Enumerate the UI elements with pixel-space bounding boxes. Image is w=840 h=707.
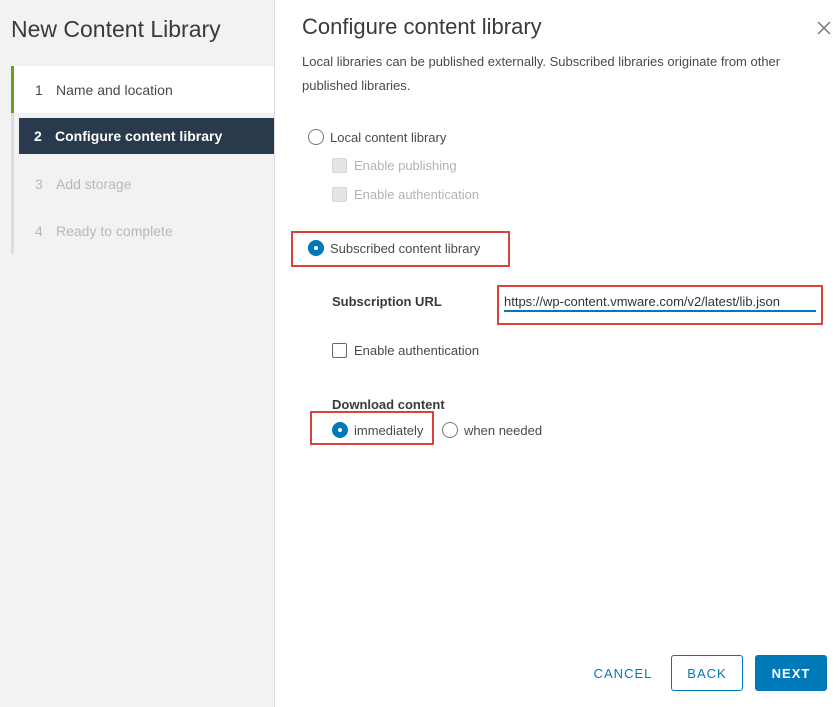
download-content-label: Download content [332, 397, 445, 412]
step-label: Configure content library [55, 128, 223, 144]
subscription-url-label: Subscription URL [332, 294, 442, 309]
highlight-subscribed [291, 231, 510, 267]
highlight-url [497, 285, 823, 325]
checkbox-label: Enable authentication [354, 187, 480, 202]
checkbox-label: Enable authentication [354, 343, 480, 358]
page-title: Configure content library [302, 14, 542, 39]
wizard-title: New Content Library [11, 16, 221, 42]
step-number: 1 [35, 81, 43, 98]
radio-label: Local content library [330, 129, 447, 145]
close-icon[interactable] [816, 20, 832, 36]
subscribed-enable-authentication-checkbox[interactable]: Enable authentication [332, 343, 479, 358]
cancel-button[interactable]: CANCEL [590, 655, 656, 691]
step-configure-content-library[interactable]: 2 Configure content library [19, 118, 274, 154]
checkbox-icon [332, 187, 347, 202]
local-library-radio[interactable]: Local content library [308, 129, 446, 145]
step-number: 2 [34, 128, 42, 144]
step-number: 3 [35, 175, 43, 192]
step-name-and-location[interactable]: 1 Name and location [11, 66, 274, 113]
download-when-needed-radio[interactable]: when needed [442, 422, 542, 438]
radio-unchecked-icon [308, 129, 324, 145]
enable-publishing-checkbox: Enable publishing [332, 158, 457, 173]
step-add-storage: 3 Add storage [11, 160, 274, 207]
page-description: Local libraries can be published externa… [302, 54, 781, 93]
checkbox-icon [332, 343, 347, 358]
highlight-immediately [310, 411, 434, 445]
step-label: Add storage [56, 175, 132, 192]
checkbox-label: Enable publishing [354, 158, 457, 173]
back-button[interactable]: BACK [671, 655, 743, 691]
step-label: Ready to complete [56, 222, 173, 239]
wizard-sidebar: New Content Library 1 Name and location … [0, 0, 275, 707]
step-label: Name and location [56, 81, 173, 98]
checkbox-icon [332, 158, 347, 173]
radio-label: when needed [464, 422, 543, 438]
local-enable-authentication-checkbox: Enable authentication [332, 187, 479, 202]
step-ready-to-complete: 4 Ready to complete [11, 207, 274, 254]
wizard-steps: 1 Name and location 2 Configure content … [11, 66, 274, 254]
step-number: 4 [35, 222, 43, 239]
next-button[interactable]: NEXT [755, 655, 827, 691]
radio-unchecked-icon [442, 422, 458, 438]
